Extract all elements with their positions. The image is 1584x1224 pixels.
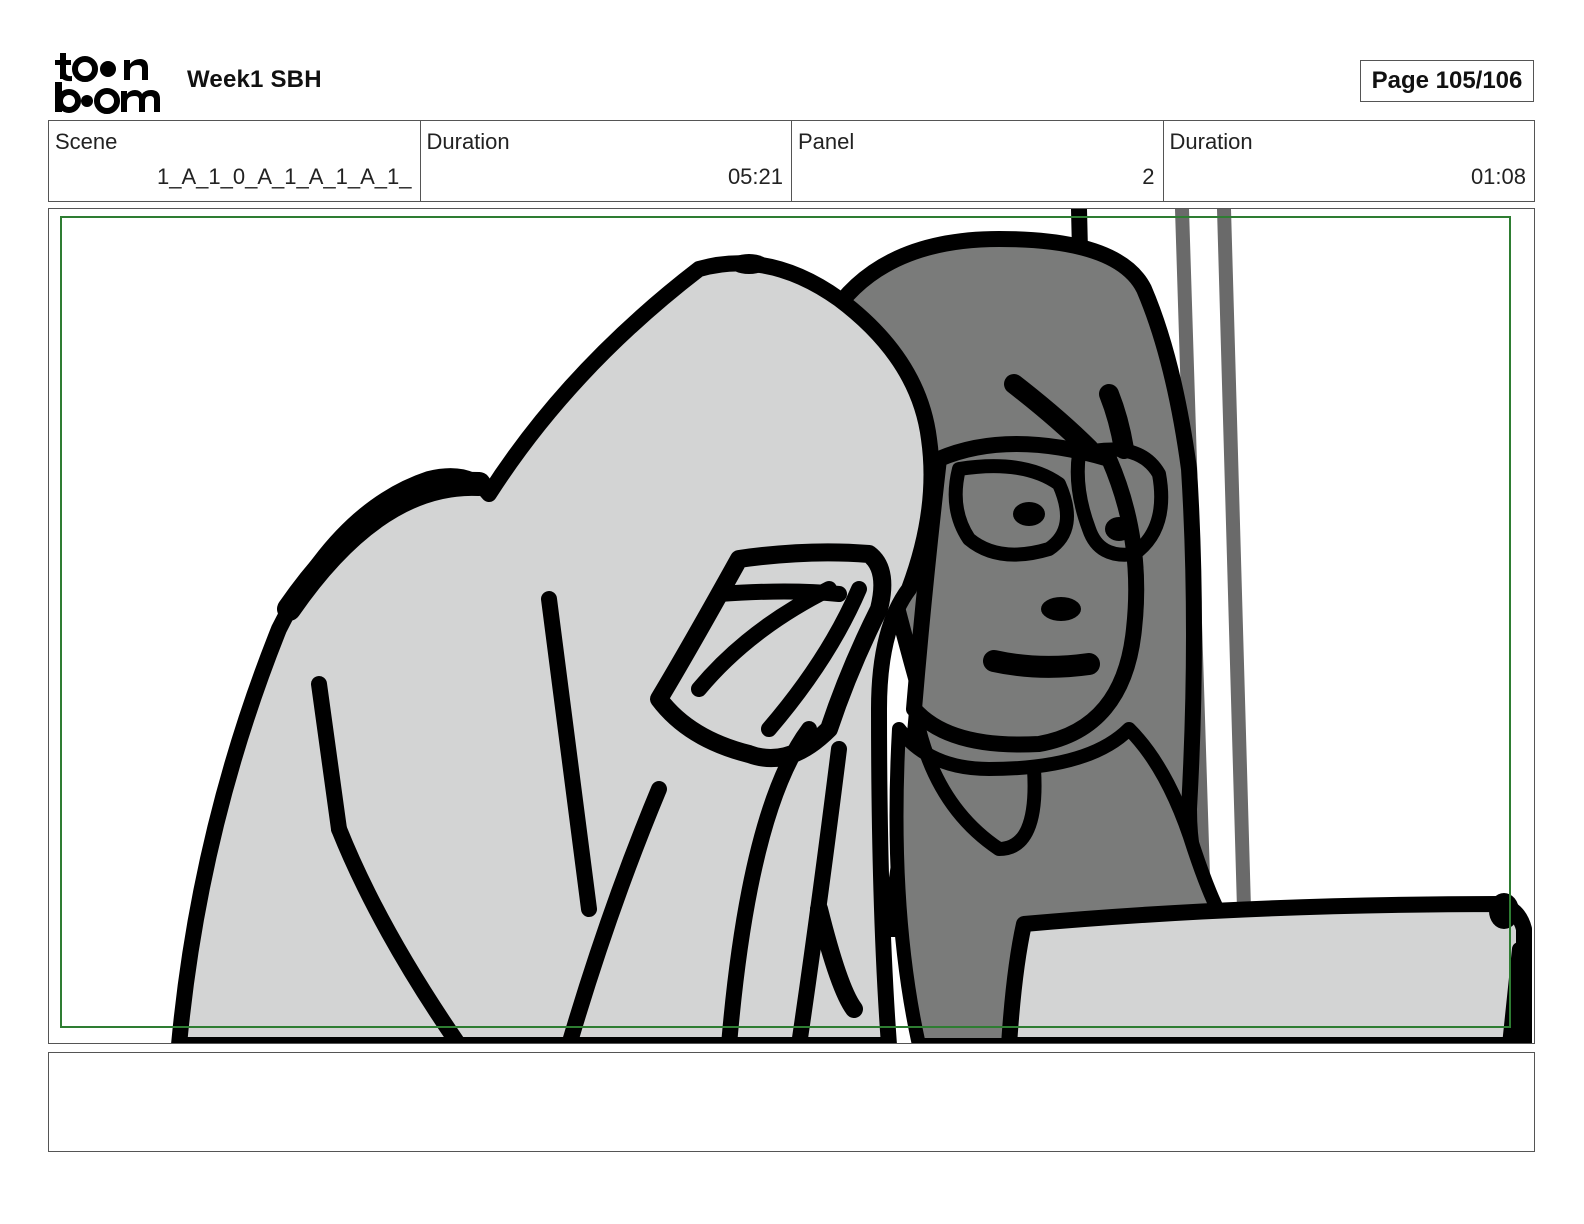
panel-cell: Panel 2 (792, 121, 1164, 201)
page-indicator: Page 105/106 (1360, 60, 1534, 102)
scene-label: Scene (55, 129, 118, 154)
scene-duration-cell: Duration 05:21 (421, 121, 792, 201)
nose (1041, 597, 1081, 621)
panel-notes-box[interactable] (48, 1052, 1535, 1152)
scene-duration-value: 05:21 (727, 164, 783, 189)
panel-duration-value: 01:08 (1470, 164, 1526, 189)
panel-duration-label: Duration (1169, 129, 1253, 154)
eye-left (1013, 502, 1045, 526)
woman-face (906, 436, 1145, 753)
scene-value: 1_A_1_0_A_1_A_1_A_1_ (157, 164, 412, 189)
panel-duration-cell: Duration 01:08 (1164, 121, 1535, 201)
mouth (983, 650, 1100, 678)
foreground-arm (1001, 896, 1532, 1043)
pole-right (1217, 209, 1251, 916)
storyboard-panel (48, 208, 1535, 1044)
hair-tuft (729, 254, 769, 274)
panel-value: 2 (1142, 164, 1155, 189)
scene-duration-label: Duration (426, 129, 510, 154)
eye-right (1105, 517, 1133, 541)
document-title: Week1 SBH (187, 66, 322, 93)
toon-boom-logo (52, 50, 164, 114)
panel-sketch-image (171, 209, 1532, 1043)
foreground-edge (1502, 942, 1526, 1043)
panel-info-table: Scene 1_A_1_0_A_1_A_1_A_1_ Duration 05:2… (48, 120, 1535, 202)
foreground-hand (1489, 893, 1519, 929)
panel-label: Panel (798, 129, 855, 154)
scene-cell: Scene 1_A_1_0_A_1_A_1_A_1_ (49, 121, 421, 201)
